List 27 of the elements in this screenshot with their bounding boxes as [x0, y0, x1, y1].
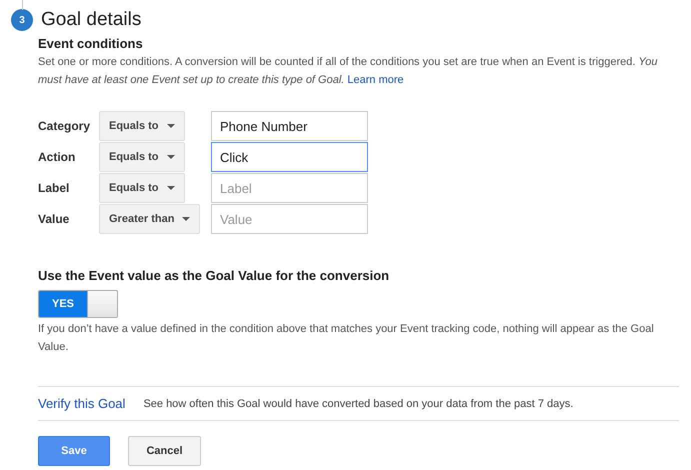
condition-label: Label [38, 181, 70, 195]
verify-description: See how often this Goal would have converted based on your data from the past 7 days. [143, 398, 574, 410]
condition-input-field[interactable]: Label [211, 173, 368, 203]
condition-input-field[interactable]: Click [211, 142, 368, 172]
subsection-heading: Event conditions [38, 36, 144, 51]
help-text: If you don’t have a value defined in the condition above that matches your Event tracking code, nothing will appear as the Goal Value. [38, 322, 655, 355]
subsection-heading: Use the Event value as the Goal Value for the conversion [38, 268, 390, 283]
condition-label: Category [38, 119, 92, 133]
step-number-badge: 3 [11, 9, 33, 31]
operator-dropdown[interactable]: Equals to [99, 111, 185, 141]
operator-dropdown[interactable]: Greater than [99, 204, 200, 234]
condition-input-field[interactable]: Phone Number [211, 111, 368, 141]
section-title: Goal details [41, 9, 142, 31]
learn-more-link[interactable]: Learn more [347, 74, 404, 86]
verify-goal-link[interactable]: Verify this Goal [38, 396, 126, 411]
caret-icon [166, 155, 175, 159]
operator-dropdown[interactable]: Equals to [99, 142, 185, 172]
caret-icon [182, 217, 190, 221]
description-text: Set one or more conditions. A conversion will be counted if all of the conditions you set are true when an Event is triggered. You must have at least one Event set up to create this type of Goal. Learn more [38, 55, 658, 88]
toggle-switch[interactable]: YES [38, 290, 118, 318]
condition-input-field[interactable]: Value [211, 204, 368, 234]
caret-icon [166, 124, 175, 128]
operator-dropdown[interactable]: Equals to [99, 173, 185, 203]
cancel-button[interactable]: Cancel [128, 436, 201, 466]
condition-label: Action [38, 150, 76, 164]
condition-label: Value [38, 212, 70, 226]
caret-icon [166, 186, 175, 190]
